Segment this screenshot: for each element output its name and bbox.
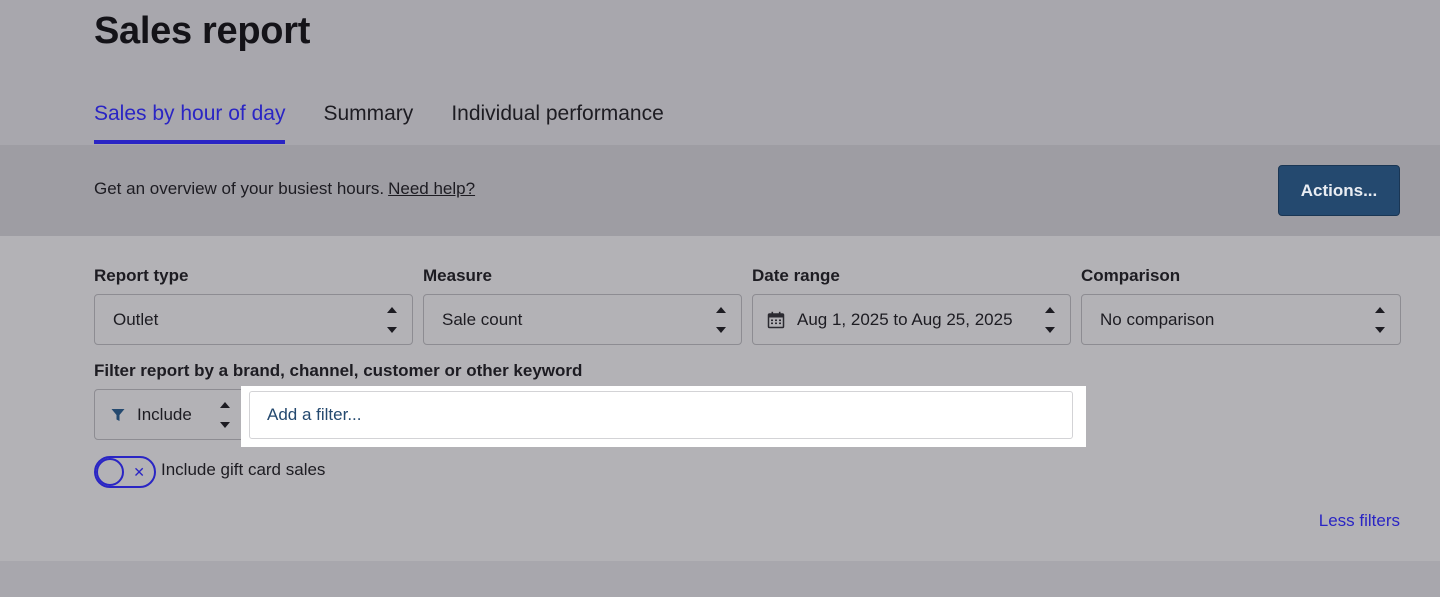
page-header: Sales report Sales by hour of day Summar…: [0, 0, 1440, 145]
close-icon: ✕: [133, 464, 145, 480]
date-range-select[interactable]: Aug 1, 2025 to Aug 25, 2025: [752, 294, 1071, 345]
include-mode-value: Include: [137, 404, 192, 424]
info-description: Get an overview of your busiest hours.: [94, 179, 385, 198]
tab-individual-performance[interactable]: Individual performance: [451, 100, 663, 144]
gift-card-toggle[interactable]: ✕: [94, 456, 156, 488]
tab-sales-by-hour[interactable]: Sales by hour of day: [94, 100, 286, 144]
select-caret-icon: [1044, 307, 1056, 333]
measure-select[interactable]: Sale count: [423, 294, 742, 345]
add-filter-input[interactable]: [249, 391, 1073, 439]
measure-value: Sale count: [442, 309, 523, 329]
measure-label: Measure: [423, 266, 492, 285]
keyword-filter-label: Filter report by a brand, channel, custo…: [94, 361, 583, 380]
comparison-label: Comparison: [1081, 266, 1181, 285]
calendar-icon: [767, 311, 785, 328]
report-tabs: Sales by hour of day Summary Individual …: [94, 100, 702, 145]
select-caret-icon: [1374, 307, 1386, 333]
report-type-label: Report type: [94, 266, 189, 285]
toggle-knob: [96, 458, 124, 486]
tab-summary[interactable]: Summary: [323, 100, 413, 144]
gift-card-label: Include gift card sales: [161, 460, 326, 479]
report-type-select[interactable]: Outlet: [94, 294, 413, 345]
include-mode-select[interactable]: Include: [94, 389, 244, 440]
page-title: Sales report: [94, 10, 311, 52]
report-type-value: Outlet: [113, 309, 159, 329]
comparison-select[interactable]: No comparison: [1081, 294, 1401, 345]
select-caret-icon: [715, 307, 727, 333]
actions-button[interactable]: Actions...: [1278, 165, 1400, 216]
select-caret-icon: [219, 402, 231, 428]
need-help-link[interactable]: Need help?: [388, 179, 475, 198]
select-caret-icon: [386, 307, 398, 333]
comparison-value: No comparison: [1100, 309, 1215, 329]
date-range-value: Aug 1, 2025 to Aug 25, 2025: [797, 309, 1013, 329]
date-range-label: Date range: [752, 266, 840, 285]
less-filters-link[interactable]: Less filters: [1319, 511, 1400, 531]
info-text: Get an overview of your busiest hours. Ne…: [94, 179, 475, 199]
funnel-icon: [111, 408, 125, 421]
report-body: [0, 561, 1440, 597]
